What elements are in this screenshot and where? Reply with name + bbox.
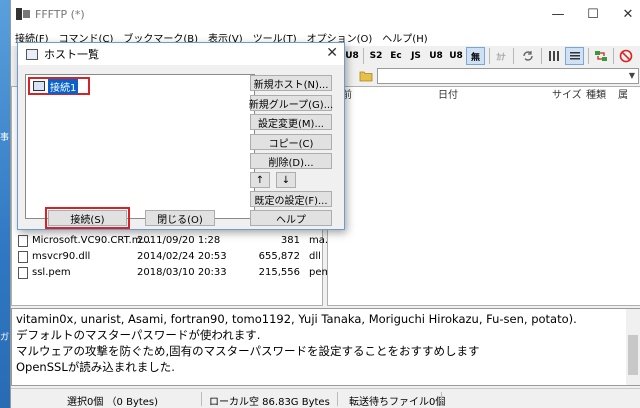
log-scrollbar[interactable]	[626, 309, 640, 385]
delete-button[interactable]: 削除(D)...	[250, 153, 332, 169]
new-host-button[interactable]: 新規ホスト(N)...	[250, 75, 332, 91]
dialog-window-icon	[26, 48, 38, 60]
connect-button[interactable]: 接続(S)	[48, 210, 127, 226]
log-area[interactable]: vitamin0x, unarist, Asami, fortran90, to…	[11, 308, 640, 386]
toolbar-separator	[541, 48, 542, 64]
status-bar: 選択0個 （0 Bytes) ローカル空 86.83G Bytes 転送待ちファ…	[11, 388, 640, 408]
remote-file-list[interactable]: 名前 日付 サイズ 種類 属	[327, 86, 640, 306]
file-size: 215,556	[258, 267, 300, 278]
host-computer-icon	[33, 81, 45, 91]
detail-view-icon[interactable]	[565, 47, 584, 65]
move-up-button[interactable]: ↑	[250, 172, 270, 188]
toolbar-jis-button[interactable]: JS	[407, 47, 425, 65]
menu-help[interactable]: ヘルプ(H)	[382, 30, 427, 45]
toolbar-kana-button[interactable]: ｶﾅ	[493, 47, 509, 65]
toolbar-euc-button[interactable]: Ec	[387, 47, 405, 65]
title-bar[interactable]: FFFTP (*) — ☐ ✕	[11, 0, 640, 28]
desktop-icon-label[interactable]: ガ	[0, 330, 10, 343]
file-size: 655,872	[258, 251, 300, 262]
new-group-button[interactable]: 新規グループ(G)...	[249, 95, 333, 111]
status-separator	[337, 392, 338, 406]
file-type: dll	[309, 251, 321, 262]
host-item-label: 接続1	[48, 78, 79, 94]
status-local-free: ローカル空 86.83G Bytes	[209, 397, 330, 408]
stop-icon[interactable]	[617, 47, 635, 65]
edit-settings-button[interactable]: 設定変更(M)...	[250, 114, 332, 130]
refresh-icon[interactable]	[592, 47, 610, 65]
dialog-title: ホスト一覧	[44, 48, 99, 61]
file-row[interactable]: ssl.pem 2018/03/10 20:33 215,556 pem	[12, 265, 331, 281]
file-date: 2014/02/24 20:53	[137, 251, 227, 262]
column-header-type[interactable]: 種類	[586, 87, 606, 105]
dialog-close-icon[interactable]: ✕	[326, 45, 338, 61]
list-view-icon[interactable]	[545, 47, 563, 65]
toolbar-separator	[363, 48, 364, 64]
file-name: Microsoft.VC90.CRT.m...	[32, 235, 151, 246]
move-down-button[interactable]: ↓	[276, 172, 296, 188]
file-date: 2011/09/20 1:28	[137, 235, 221, 246]
default-settings-button[interactable]: 既定の設定(F)...	[250, 191, 332, 207]
toolbar-utf8n-button[interactable]: U8	[427, 47, 445, 65]
file-size: 381	[280, 235, 300, 246]
log-line: デフォルトのマスターパスワードが使われます.	[16, 328, 261, 342]
desktop-icon-label[interactable]: 事	[0, 130, 10, 143]
toolbar-no-convert-button[interactable]: 無	[466, 47, 485, 65]
remote-folder-icon[interactable]	[359, 69, 373, 82]
close-window-button[interactable]: ✕	[606, 0, 640, 28]
file-icon	[18, 267, 28, 279]
file-name: msvcr90.dll	[32, 251, 91, 262]
file-row[interactable]: Microsoft.VC90.CRT.m... 2011/09/20 1:28 …	[12, 233, 334, 249]
log-line: vitamin0x, unarist, Asami, fortran90, to…	[16, 312, 577, 326]
toolbar-sjis-button[interactable]: S2	[367, 47, 385, 65]
column-header-attr[interactable]: 属	[618, 87, 628, 105]
status-separator	[201, 392, 202, 406]
toolbar-separator	[613, 48, 614, 64]
status-selected: 選択0個 （0 Bytes)	[67, 397, 159, 408]
toolbar-separator	[588, 48, 589, 64]
file-icon	[18, 251, 28, 263]
status-separator	[441, 392, 442, 406]
log-line: マルウェアの攻撃を防ぐため,固有のマスターパスワードを設定することをおすすめしま…	[16, 344, 480, 358]
toolbar-separator	[489, 48, 490, 64]
column-header-size[interactable]: サイズ	[552, 87, 582, 105]
status-queue: 転送待ちファイル0個	[349, 397, 446, 408]
toolbar-utf8bom-button[interactable]: U8	[447, 47, 465, 65]
remote-path-combo[interactable]: ▼	[377, 68, 639, 84]
host-list-dialog: ホスト一覧 ✕ 接続1 新規ホスト(N)... 新規グループ(G)... 設定変…	[17, 42, 345, 230]
close-button[interactable]: 閉じる(O)	[145, 210, 215, 226]
copy-button[interactable]: コピー(C)	[250, 134, 332, 150]
ffftp-app-icon	[16, 8, 30, 20]
help-button[interactable]: ヘルプ	[250, 210, 332, 226]
toolbar-separator	[513, 48, 514, 64]
host-tree[interactable]: 接続1	[25, 74, 255, 219]
file-icon	[18, 235, 28, 247]
host-item-connection1[interactable]: 接続1	[28, 77, 90, 95]
toolbar-utf8-button[interactable]: U8	[345, 47, 359, 65]
file-date: 2018/03/10 20:33	[137, 267, 227, 278]
toolbar-sync-icon[interactable]	[519, 47, 537, 65]
window-title: FFFTP (*)	[35, 7, 85, 21]
dialog-title-bar[interactable]: ホスト一覧 ✕	[18, 43, 344, 65]
file-row[interactable]: msvcr90.dll 2014/02/24 20:53 655,872 dll	[12, 249, 324, 265]
chevron-down-icon[interactable]: ▼	[629, 71, 635, 80]
log-line: OpenSSLが読み込まれました.	[16, 360, 175, 374]
file-name: ssl.pem	[32, 267, 71, 278]
column-header-date[interactable]: 日付	[438, 87, 458, 105]
